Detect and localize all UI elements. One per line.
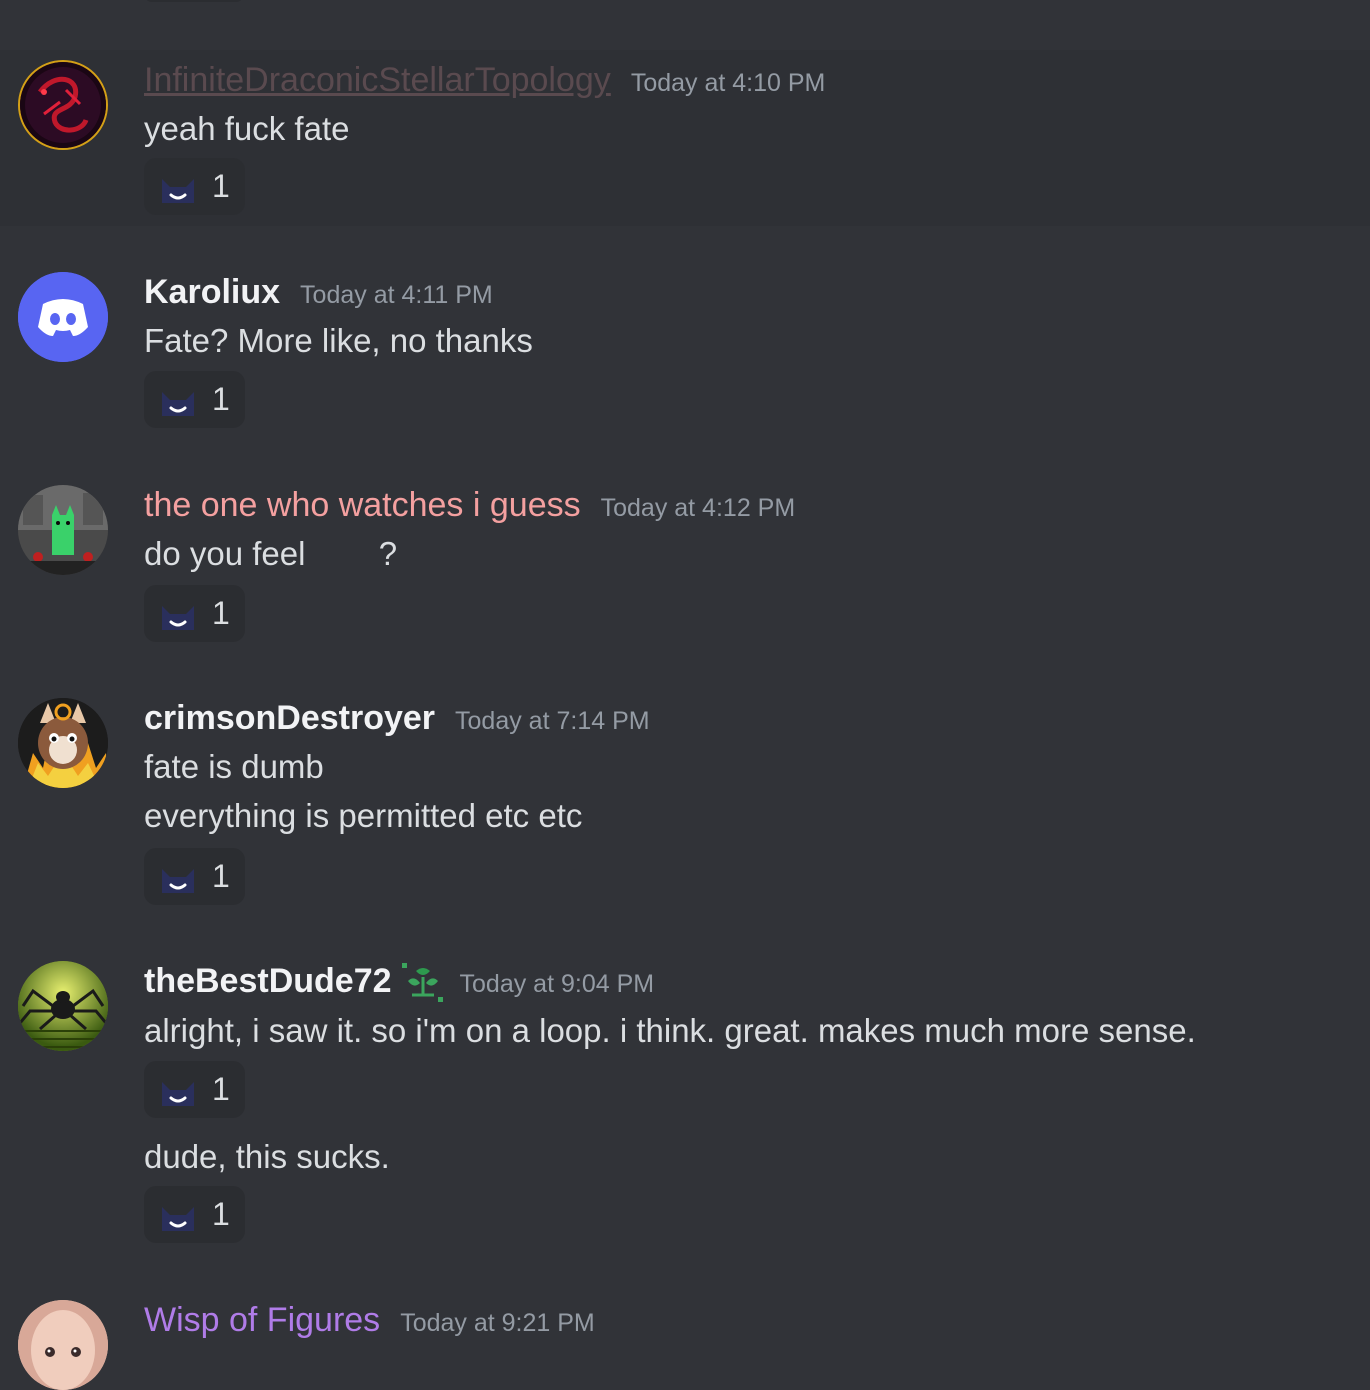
message-text: do you feel ? <box>144 535 398 572</box>
message-item: Karoliux Today at 4:11 PM Fate? More lik… <box>0 262 1370 442</box>
reaction-button[interactable]: 1 <box>144 158 245 215</box>
message-text: Fate? More like, no thanks <box>144 322 533 359</box>
reaction-button[interactable]: 1 <box>144 585 245 642</box>
username[interactable]: Karoliux <box>144 272 280 312</box>
message-text: alright, i saw it. so i'm on a loop. i t… <box>144 1012 1196 1049</box>
reaction-count: 1 <box>212 858 230 894</box>
message-item: theBestDude72 Today at 9:04 PM alright, … <box>0 951 1370 1251</box>
timestamp: Today at 4:10 PM <box>630 69 826 97</box>
avatar[interactable] <box>18 272 108 362</box>
smiling-cat-emoji-icon <box>162 605 194 630</box>
message-text: dude, this sucks. <box>144 1138 390 1175</box>
reaction-button[interactable]: 1 <box>144 371 245 428</box>
message-item: crimsonDestroyer Today at 7:14 PM fate i… <box>0 688 1370 918</box>
reaction-count: 1 <box>212 1071 230 1107</box>
timestamp: Today at 4:11 PM <box>300 281 493 309</box>
message-text: everything is permitted etc etc <box>144 797 583 834</box>
smiling-cat-emoji-icon <box>162 1081 194 1106</box>
message-item: the one who watches i guess Today at 4:1… <box>0 475 1370 655</box>
avatar[interactable] <box>18 485 108 575</box>
reaction-button[interactable]: 1 <box>144 1186 245 1243</box>
timestamp: Today at 7:14 PM <box>455 707 650 735</box>
reaction-count: 1 <box>212 595 230 631</box>
avatar[interactable] <box>18 698 108 788</box>
smiling-cat-emoji-icon <box>162 1206 194 1231</box>
timestamp: Today at 4:12 PM <box>600 494 796 522</box>
smiling-cat-emoji-icon <box>162 868 194 893</box>
reaction-button[interactable]: 1 <box>144 1061 245 1118</box>
smiling-cat-emoji-icon <box>162 391 194 416</box>
reaction-count: 1 <box>212 168 230 204</box>
avatar[interactable] <box>18 60 108 150</box>
message-item: InfiniteDraconicStellarTopology Today at… <box>0 50 1370 226</box>
message-text: fate is dumb <box>144 748 324 785</box>
reaction-count: 1 <box>212 381 230 417</box>
timestamp: Today at 9:21 PM <box>400 1309 595 1337</box>
sprout-badge-icon[interactable] <box>400 961 446 1005</box>
message-item: Wisp of Figures Today at 9:21 PM <box>0 1290 1370 1390</box>
previous-reaction-stub <box>144 0 244 2</box>
message-text: yeah fuck fate <box>144 110 350 147</box>
username[interactable]: the one who watches i guess <box>144 485 581 525</box>
avatar[interactable] <box>18 961 108 1051</box>
reaction-button[interactable]: 1 <box>144 848 245 905</box>
reaction-count: 1 <box>212 1196 230 1232</box>
username[interactable]: Wisp of Figures <box>144 1300 380 1340</box>
timestamp: Today at 9:04 PM <box>459 970 655 998</box>
avatar[interactable] <box>18 1300 108 1390</box>
smiling-cat-emoji-icon <box>162 178 194 203</box>
username[interactable]: InfiniteDraconicStellarTopology <box>144 60 611 100</box>
username[interactable]: theBestDude72 <box>144 961 392 1001</box>
username[interactable]: crimsonDestroyer <box>144 698 435 738</box>
